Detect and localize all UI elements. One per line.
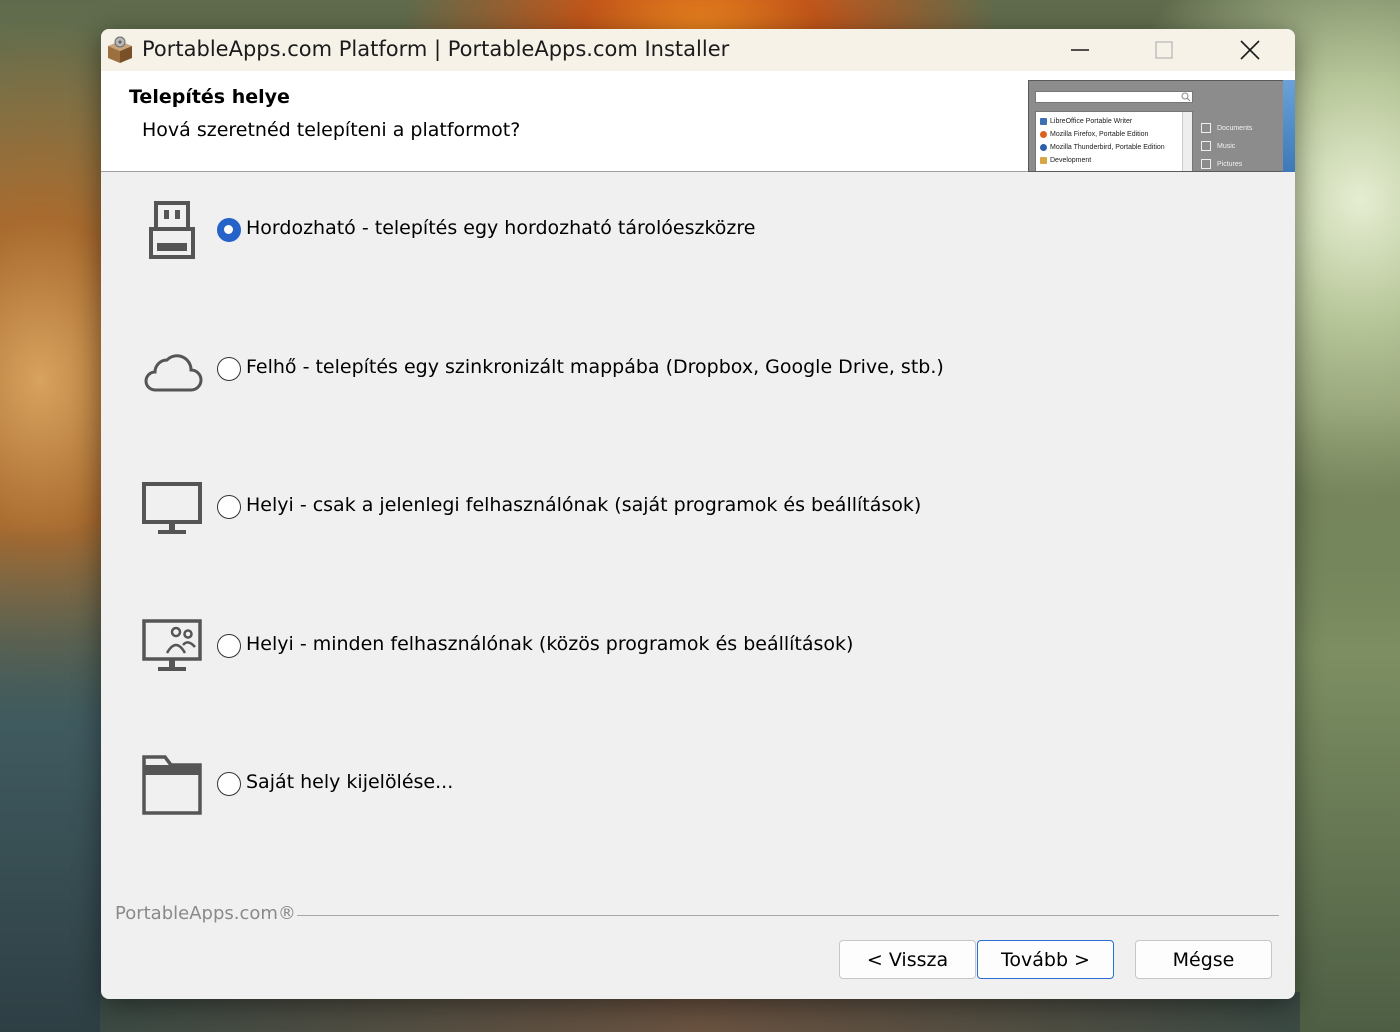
option-local-all-users[interactable]: Helyi - minden felhasználónak (közös pro… <box>101 615 1001 685</box>
folder-icon <box>142 755 202 815</box>
title-bar[interactable]: PortableApps.com Platform | PortableApps… <box>101 29 1295 71</box>
installer-window: PortableApps.com Platform | PortableApps… <box>101 29 1295 999</box>
preview-edge <box>1283 80 1295 172</box>
option-cloud[interactable]: Felhő - telepítés egy szinkronizált mapp… <box>101 338 1001 408</box>
option-label[interactable]: Helyi - csak a jelenlegi felhasználónak … <box>246 494 921 516</box>
cancel-button[interactable]: Mégse <box>1135 940 1272 979</box>
preview-list-item: LibreOffice Portable Writer <box>1040 118 1132 125</box>
preview-app-list: LibreOffice Portable Writer Mozilla Fire… <box>1035 111 1193 171</box>
preview-side-item: Pictures <box>1201 159 1242 169</box>
preview-list-item: Mozilla Thunderbird, Portable Edition <box>1040 144 1165 151</box>
option-custom-location[interactable]: Saját hely kijelölése... <box>101 753 1001 823</box>
wallpaper-right <box>1290 400 1400 1032</box>
option-label[interactable]: Felhő - telepítés egy szinkronizált mapp… <box>246 356 944 378</box>
thunderbird-icon <box>1040 144 1047 151</box>
preview-search-icon <box>1181 92 1191 102</box>
brand-label: PortableApps.com® <box>115 903 296 924</box>
preview-scrollbar <box>1182 112 1192 171</box>
radio-portable[interactable] <box>217 218 241 242</box>
platform-preview-image: LibreOffice Portable Writer Mozilla Fire… <box>1028 80 1284 172</box>
minimize-button[interactable] <box>1039 29 1121 71</box>
footer-divider <box>297 915 1279 916</box>
writer-icon <box>1040 118 1047 125</box>
music-icon <box>1201 141 1211 151</box>
preview-list-item: Development <box>1040 157 1091 164</box>
usb-drive-icon <box>149 201 195 259</box>
pictures-icon <box>1201 159 1211 169</box>
maximize-button[interactable] <box>1123 29 1205 71</box>
option-label[interactable]: Hordozható - telepítés egy hordozható tá… <box>246 217 755 239</box>
radio-cloud[interactable] <box>217 357 241 381</box>
preview-search-box <box>1035 91 1193 103</box>
folder-icon <box>1040 157 1047 164</box>
monitor-icon <box>142 482 202 534</box>
window-title: PortableApps.com Platform | PortableApps… <box>142 37 730 61</box>
radio-custom-location[interactable] <box>217 772 241 796</box>
firefox-icon <box>1040 131 1047 138</box>
maximize-icon <box>1155 41 1173 59</box>
next-button[interactable]: Tovább > <box>977 940 1114 979</box>
page-title: Telepítés helye <box>129 86 290 108</box>
back-button[interactable]: < Vissza <box>839 940 976 979</box>
close-button[interactable] <box>1209 29 1291 71</box>
close-icon <box>1240 40 1260 60</box>
radio-local-current-user[interactable] <box>217 495 241 519</box>
documents-icon <box>1201 123 1211 133</box>
preview-side-item: Music <box>1201 141 1235 151</box>
option-label[interactable]: Helyi - minden felhasználónak (közös pro… <box>246 633 853 655</box>
option-local-current-user[interactable]: Helyi - csak a jelenlegi felhasználónak … <box>101 476 1001 546</box>
wallpaper-left <box>0 520 110 1032</box>
option-portable[interactable]: Hordozható - telepítés egy hordozható tá… <box>101 199 1001 269</box>
portableapps-box-icon <box>108 36 132 63</box>
page-subtitle: Hová szeretnéd telepíteni a platformot? <box>142 119 521 141</box>
monitor-users-icon <box>142 619 202 671</box>
option-label[interactable]: Saját hely kijelölése... <box>246 771 453 793</box>
preview-side-item: Documents <box>1201 123 1252 133</box>
cloud-icon <box>144 354 203 392</box>
preview-list-item: Mozilla Firefox, Portable Edition <box>1040 131 1148 138</box>
minimize-icon <box>1071 49 1089 51</box>
wizard-header: Telepítés helye Hová szeretnéd telepíten… <box>101 71 1295 172</box>
radio-local-all-users[interactable] <box>217 634 241 658</box>
